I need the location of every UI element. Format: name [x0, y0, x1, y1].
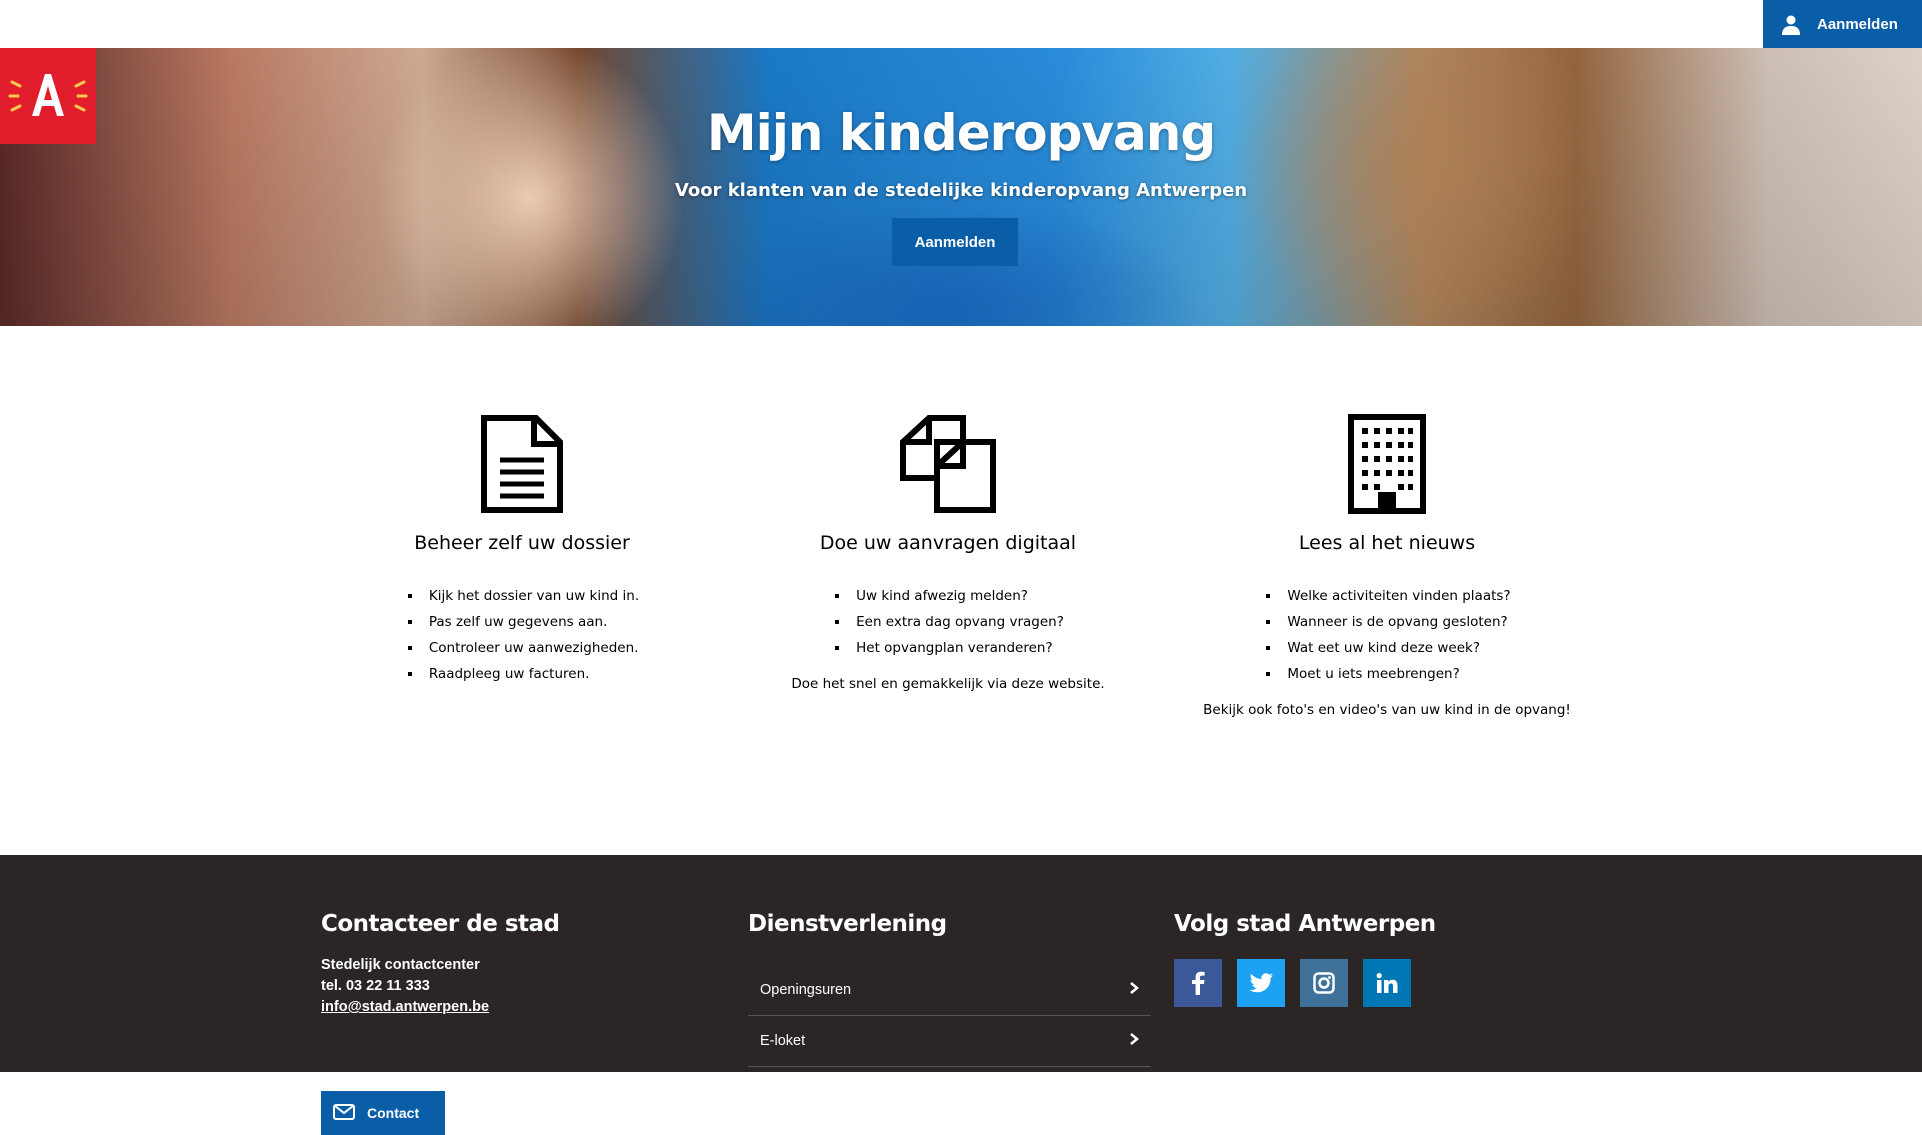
services-list: Openingsuren E-loket — [748, 965, 1151, 1067]
feature-title: Lees al het nieuws — [1298, 532, 1476, 554]
instagram-icon — [1313, 972, 1335, 994]
linkedin-icon — [1376, 973, 1398, 993]
footer-social: Volg stad Antwerpen Schrijf u in op onze… — [1174, 911, 1574, 1122]
services-item-openingsuren[interactable]: Openingsuren — [748, 965, 1151, 1016]
contact-button-label: Contact — [367, 1105, 420, 1121]
antwerpen-logo[interactable] — [0, 48, 96, 144]
feature-list: Uw kind afwezig melden? Een extra dag op… — [832, 588, 1064, 666]
hero-banner: Mijn kinderopvang Voor klanten van de st… — [0, 48, 1922, 326]
facebook-icon — [1192, 971, 1205, 995]
copy-documents-icon — [778, 414, 1118, 514]
building-icon — [1187, 414, 1587, 514]
facebook-button[interactable] — [1174, 959, 1222, 1007]
feature-note: Bekijk ook foto's en video's van uw kind… — [1203, 702, 1571, 718]
footer-services: Dienstverlening Openingsuren E-loket — [748, 911, 1151, 1067]
footer: Contacteer de stad Stedelijk contactcent… — [0, 855, 1922, 1135]
feature-list: Kijk het dossier van uw kind in. Pas zel… — [405, 588, 639, 692]
footer-contact-title: Contacteer de stad — [321, 911, 560, 937]
feature-list: Welke activiteiten vinden plaats? Wannee… — [1263, 588, 1510, 692]
page-title: Mijn kinderopvang — [706, 104, 1216, 162]
user-icon — [1781, 13, 1801, 35]
newsletter-title: Schrijf u in op onze nieuwsbrief — [1174, 1096, 1569, 1122]
top-bar: Aanmelden — [0, 0, 1922, 49]
chevron-right-icon — [1129, 1032, 1139, 1050]
header-login-label: Aanmelden — [1817, 15, 1898, 33]
list-item: Een extra dag opvang vragen? — [850, 614, 1064, 631]
linkedin-button[interactable] — [1363, 959, 1411, 1007]
header-login-button[interactable]: Aanmelden — [1763, 0, 1922, 48]
document-icon — [372, 414, 672, 514]
chevron-right-icon — [1129, 981, 1139, 999]
mail-icon — [333, 1103, 355, 1123]
social-buttons — [1174, 959, 1574, 1007]
list-item: Pas zelf uw gegevens aan. — [423, 614, 639, 631]
feature-aanvragen: Doe uw aanvragen digitaal Uw kind afwezi… — [778, 414, 1118, 692]
list-item: Kijk het dossier van uw kind in. — [423, 588, 639, 605]
feature-title: Doe uw aanvragen digitaal — [819, 532, 1077, 554]
instagram-button[interactable] — [1300, 959, 1348, 1007]
feature-dossier: Beheer zelf uw dossier Kijk het dossier … — [372, 414, 672, 692]
hero-login-button[interactable]: Aanmelden — [892, 218, 1018, 266]
list-item: Uw kind afwezig melden? — [850, 588, 1064, 605]
feature-title: Beheer zelf uw dossier — [414, 532, 630, 554]
list-item: Het opvangplan veranderen? — [850, 640, 1064, 657]
footer-services-title: Dienstverlening — [748, 911, 947, 937]
footer-social-title: Volg stad Antwerpen — [1174, 911, 1436, 937]
twitter-icon — [1249, 973, 1273, 993]
services-item-label: Openingsuren — [760, 982, 852, 998]
services-item-label: E-loket — [760, 1033, 806, 1049]
list-item: Controleer uw aanwezigheden. — [423, 640, 639, 657]
list-item: Raadpleeg uw facturen. — [423, 666, 639, 683]
twitter-button[interactable] — [1237, 959, 1285, 1007]
list-item: Welke activiteiten vinden plaats? — [1281, 588, 1510, 605]
contact-phone: tel. 03 22 11 333 — [321, 978, 430, 994]
list-item: Wat eet uw kind deze week? — [1281, 640, 1510, 657]
feature-nieuws: Lees al het nieuws Welke activiteiten vi… — [1187, 414, 1587, 718]
list-item: Wanneer is de opvang gesloten? — [1281, 614, 1510, 631]
contact-button[interactable]: Contact — [321, 1091, 445, 1135]
contact-email-link[interactable]: info@stad.antwerpen.be — [321, 999, 489, 1015]
list-item: Moet u iets meebrengen? — [1281, 666, 1510, 683]
contact-center: Stedelijk contactcenter — [321, 957, 480, 973]
services-item-eloket[interactable]: E-loket — [748, 1016, 1151, 1067]
footer-contact: Contacteer de stad Stedelijk contactcent… — [321, 911, 701, 1135]
contact-details: Stedelijk contactcenter tel. 03 22 11 33… — [321, 955, 701, 1018]
feature-note: Doe het snel en gemakkelijk via deze web… — [791, 676, 1105, 692]
page-subtitle: Voor klanten van de stedelijke kinderopv… — [674, 180, 1248, 201]
